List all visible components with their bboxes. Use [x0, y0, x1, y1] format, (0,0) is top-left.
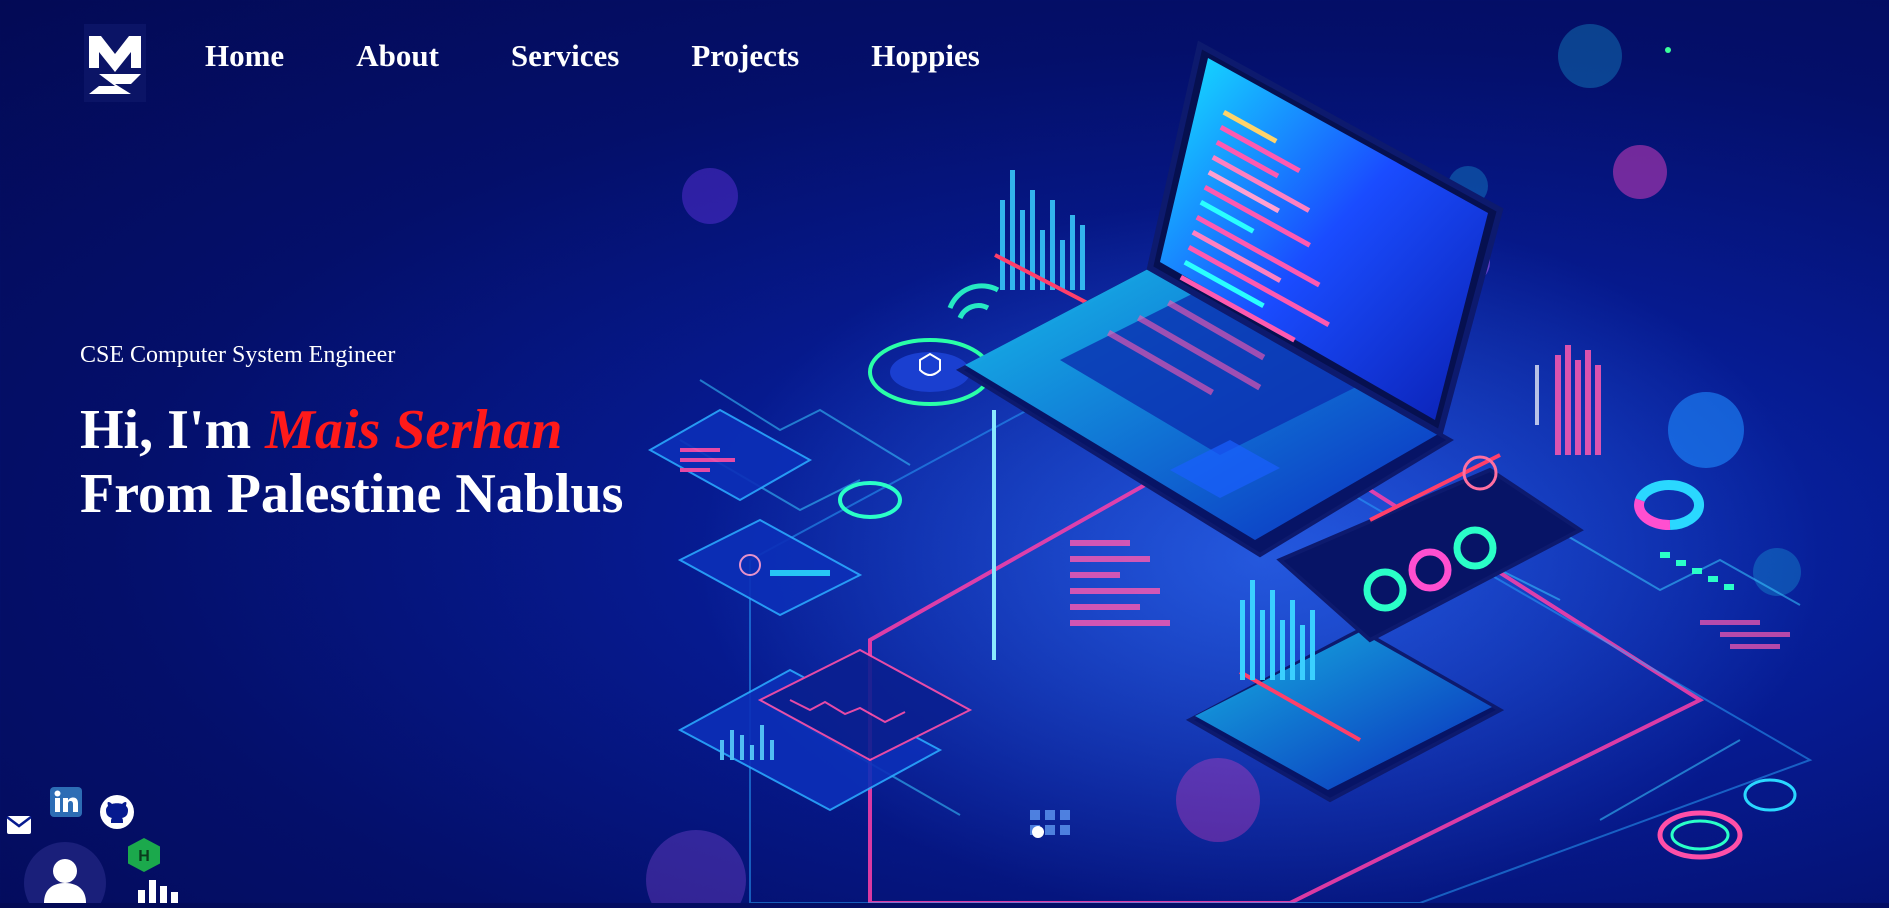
hackerrank-icon[interactable]: H	[128, 838, 160, 877]
nav-home[interactable]: Home	[205, 38, 284, 74]
github-icon[interactable]	[100, 795, 134, 834]
stats-icon[interactable]	[138, 880, 180, 908]
nav-about[interactable]: About	[356, 38, 439, 74]
hero-heading: Hi, I'm Mais Serhan From Palestine Nablu…	[80, 398, 623, 526]
hero-origin: From Palestine Nablus	[80, 463, 624, 525]
linkedin-icon[interactable]	[50, 787, 82, 822]
svg-text:H: H	[138, 848, 150, 865]
email-icon[interactable]	[6, 815, 32, 840]
hero-subtitle: CSE Computer System Engineer	[80, 342, 396, 368]
nav-services[interactable]: Services	[511, 38, 619, 74]
logo-icon	[89, 36, 141, 94]
profile-icon[interactable]	[24, 842, 106, 908]
hero-greeting: Hi, I'm	[80, 399, 252, 461]
hero-illustration	[646, 24, 1820, 903]
site-logo[interactable]	[84, 24, 146, 102]
hero-name: Mais Serhan	[265, 399, 563, 461]
